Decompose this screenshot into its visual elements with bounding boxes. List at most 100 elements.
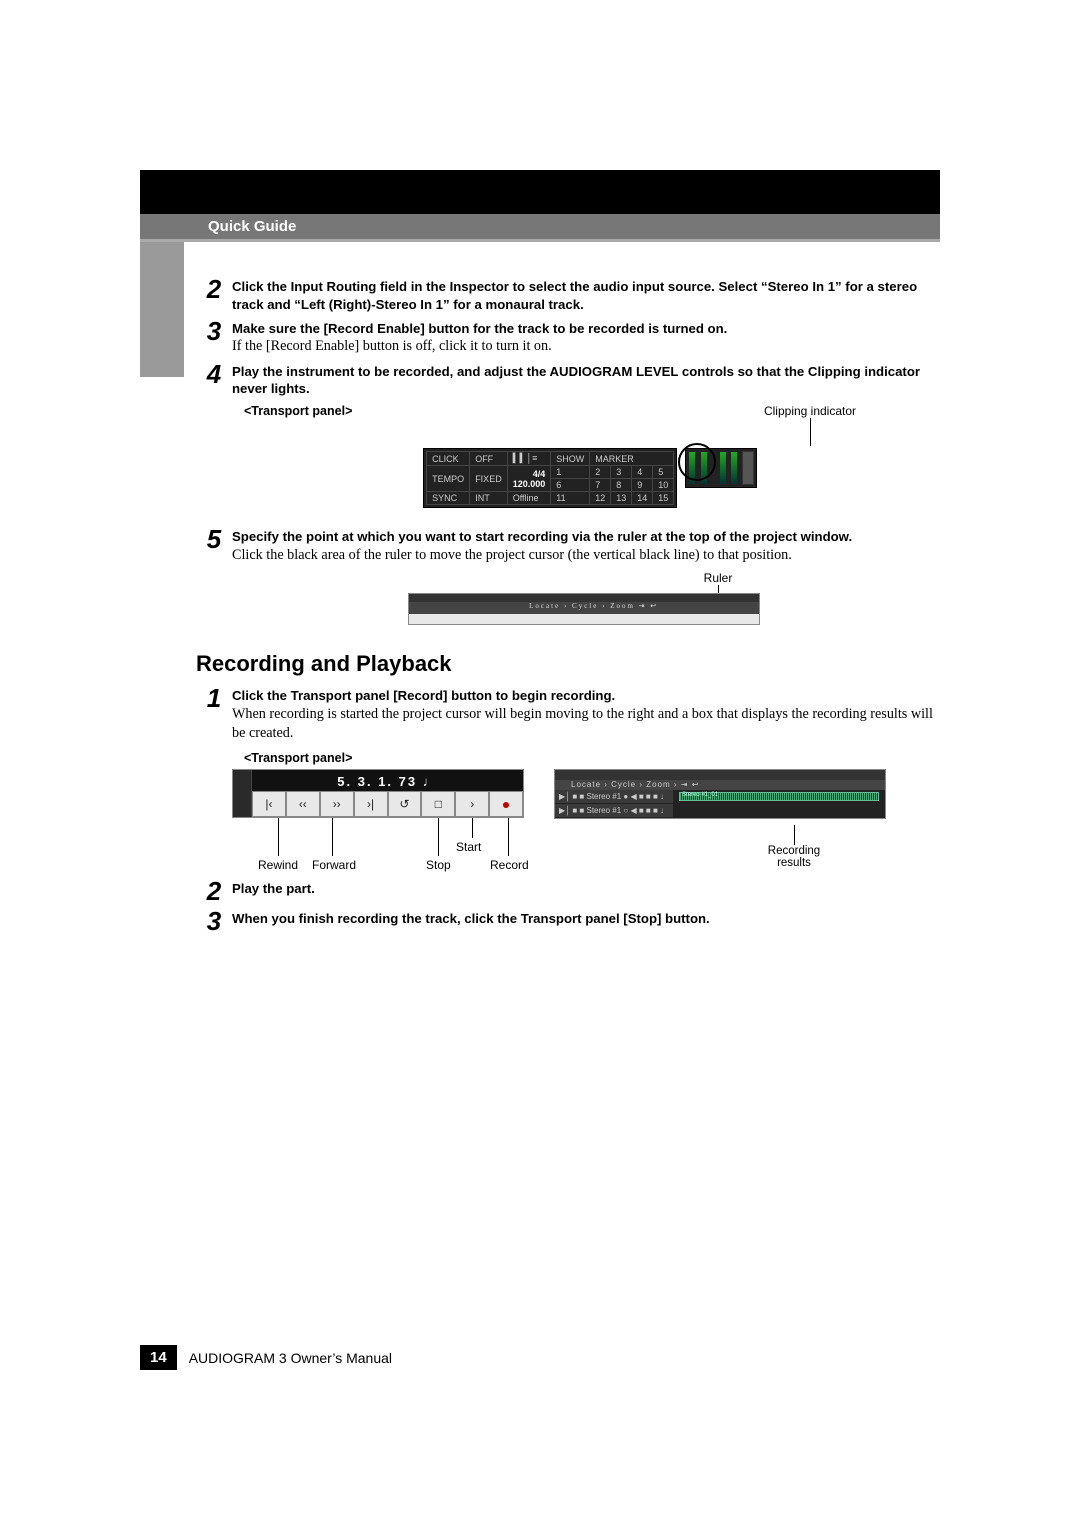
step-body: Click the Input Routing field in the Ins… [228,278,940,314]
step-number: 5 [200,526,228,552]
cell: 14 [632,492,653,505]
ruler-label: Ruler [704,571,733,585]
step-plain: Click the black area of the ruler to mov… [232,547,792,563]
page-number: 14 [140,1345,177,1370]
start-label: Start [456,840,481,854]
recording-results-figure: Locate › Cycle › Zoom › ⇥ ↩ ▶│ ■ ■ Stere… [554,769,886,869]
loop-button[interactable]: ↺ [388,791,422,817]
cell: 3 [611,466,632,479]
cell: 9 [632,479,653,492]
recording-results-label: Recording results [754,845,834,869]
step-number: 2 [200,276,228,302]
step-b1: 1 Click the Transport panel [Record] but… [200,687,940,743]
transport-panel-box: 5. 3. 1. 73 ♩ |‹ ‹‹ ›› ›| ↺ □ › ● [232,769,524,818]
ruler-image: Locate › Cycle › Zoom ⇥ ↩ [408,593,760,625]
cell: Offline [507,492,551,505]
cell: 7 [590,479,611,492]
transport-panel-image: CLICK OFF ▍▍│≡ SHOW MARKER TEMPO FIXED 4… [423,448,677,508]
step-bold: Specify the point at which you want to s… [232,529,852,544]
step-number: 3 [200,908,228,934]
cell: 12 [590,492,611,505]
track-row-2: ▶│ ■ ■ Stereo #1 ○ ◀ ■ ■ ■ ↓ [555,804,673,818]
cell: 6 [551,479,590,492]
step-5: 5 Specify the point at which you want to… [200,528,940,565]
meter-block [685,448,757,488]
record-button[interactable]: ● [489,791,523,817]
callout-line-icon [438,818,439,856]
callout-line-icon [810,418,811,446]
callout-line-icon [332,818,333,856]
step-2: 2 Click the Input Routing field in the I… [200,278,940,314]
page-footer: 14 AUDIOGRAM 3 Owner’s Manual [140,1345,392,1370]
cell: CLICK [427,452,470,466]
transport-panel-2: 5. 3. 1. 73 ♩ |‹ ‹‹ ›› ›| ↺ □ › ● [232,769,524,870]
step-4: 4 Play the instrument to be recorded, an… [200,363,940,399]
step-body: Click the Transport panel [Record] butto… [228,687,940,743]
level-meter-icon [720,452,726,484]
step-text: Click the Input Routing field in the Ins… [232,279,917,312]
forward-button[interactable]: ›› [320,791,354,817]
cell: 11 [551,492,590,505]
cell: 4/4 120.000 [507,466,551,492]
rewind-button[interactable]: ‹‹ [286,791,320,817]
transport-panel-label-2: <Transport panel> [244,751,940,765]
recording-results-callout: Recording results [754,825,834,869]
step-plain: When recording is started the project cu… [232,706,933,741]
step-number: 1 [200,685,228,711]
callout-line-icon [508,818,509,856]
step-number: 2 [200,878,228,904]
cell: MARKER [590,452,674,466]
start-button[interactable]: › [455,791,489,817]
clipping-indicator-label: Clipping indicator [680,404,940,418]
rewind-label: Rewind [258,858,298,872]
step-b2: 2 Play the part. [200,880,940,904]
forward-end-button[interactable]: ›| [354,791,388,817]
step-number: 4 [200,361,228,387]
step-body: Play the part. [228,880,940,898]
side-tab [140,235,184,377]
callout-line-icon [278,818,279,856]
manual-page: Quick Guide 2 Click the Input Routing fi… [0,0,1080,1430]
ruler-toolbar: Locate › Cycle › Zoom ⇥ ↩ [409,602,759,614]
record-label: Record [490,858,529,872]
cell: SHOW [551,452,590,466]
cell: 15 [653,492,674,505]
step-text: Play the part. [232,881,315,896]
cell: ▍▍│≡ [507,452,551,466]
transport-panel-figure-2-row: 5. 3. 1. 73 ♩ |‹ ‹‹ ›› ›| ↺ □ › ● [232,769,940,870]
cell: 13 [611,492,632,505]
cell: 4 [632,466,653,479]
section-title-recording-playback: Recording and Playback [196,651,940,677]
step-body: Play the instrument to be recorded, and … [228,363,940,399]
waveform-clip: Stereo #1_01 [679,792,879,801]
step-3: 3 Make sure the [Record Enable] button f… [200,320,940,357]
step-plain: If the [Record Enable] button is off, cl… [232,338,552,354]
manual-title: AUDIOGRAM 3 Owner’s Manual [189,1350,392,1366]
rewind-start-button[interactable]: |‹ [252,791,286,817]
transport-buttons: |‹ ‹‹ ›› ›| ↺ □ › ● [252,791,523,817]
level-meter-icon [731,452,737,484]
cell: 1 [551,466,590,479]
callout-line-icon [794,825,795,845]
transport-panel-label: <Transport panel> [244,404,352,418]
cell: 2 [590,466,611,479]
forward-label: Forward [312,858,356,872]
stop-label: Stop [426,858,451,872]
cell: FIXED [470,466,508,492]
step-body: When you finish recording the track, cli… [228,910,940,928]
recording-results-image: Locate › Cycle › Zoom › ⇥ ↩ ▶│ ■ ■ Stere… [554,769,886,819]
page-content: 2 Click the Input Routing field in the I… [200,170,940,934]
step-b3: 3 When you finish recording the track, c… [200,910,940,934]
ruler-figure: Locate › Cycle › Zoom ⇥ ↩ Ruler [200,571,940,625]
cell: TEMPO [427,466,470,492]
cell: 5 [653,466,674,479]
timecode-display: 5. 3. 1. 73 ♩ [252,770,523,791]
step-text: When you finish recording the track, cli… [232,911,710,926]
clipping-indicator-circle-icon [678,443,716,481]
cell: OFF [470,452,508,466]
step-number: 3 [200,318,228,344]
step-text: Play the instrument to be recorded, and … [232,364,920,397]
stop-button[interactable]: □ [421,791,455,817]
step-bold: Click the Transport panel [Record] butto… [232,688,615,703]
cell: 10 [653,479,674,492]
